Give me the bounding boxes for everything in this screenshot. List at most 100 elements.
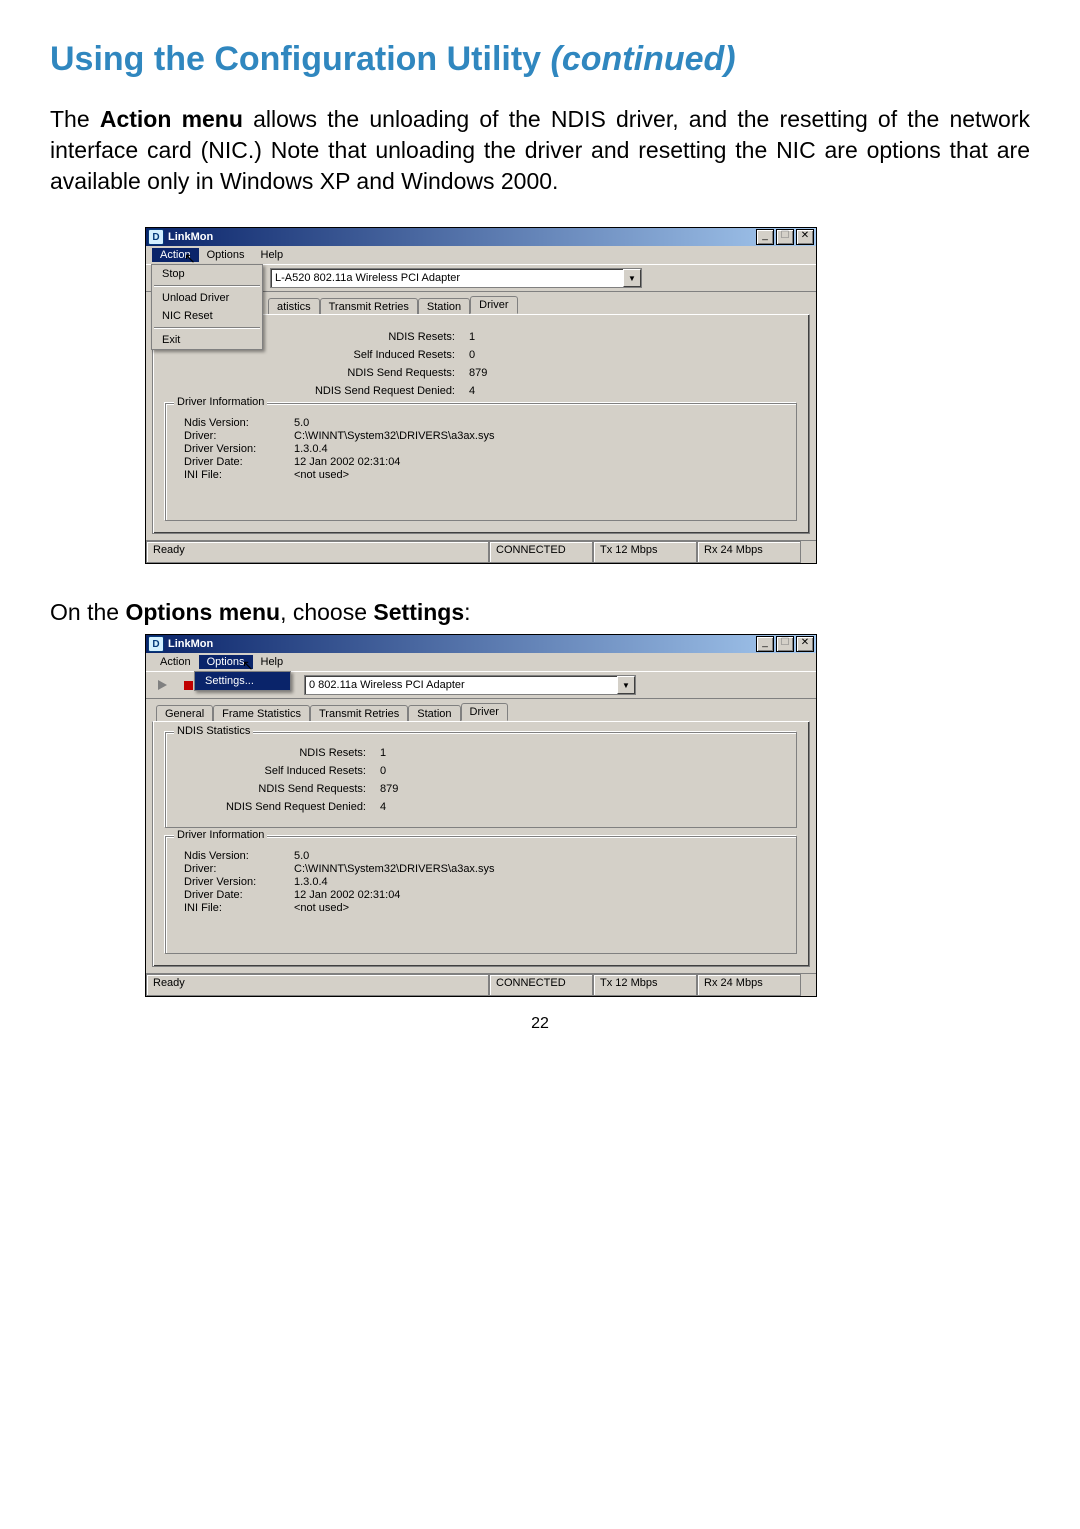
ndis-send-requests-value: 879 — [469, 367, 487, 379]
ndis-version-label: Ndis Version: — [184, 417, 294, 429]
statusbar: Ready CONNECTED Tx 12 Mbps Rx 24 Mbps — [146, 540, 816, 563]
app-icon: D — [148, 229, 164, 245]
title-main: Using the Configuration Utility — [50, 40, 541, 78]
self-induced-resets-value: 0 — [469, 349, 475, 361]
start-button[interactable] — [152, 675, 172, 695]
tab-driver[interactable]: Driver — [461, 703, 508, 721]
ndis-version-value: 5.0 — [294, 850, 309, 862]
ndis-resets-value: 1 — [380, 747, 386, 759]
status-connected: CONNECTED — [489, 974, 593, 996]
driver-path-label: Driver: — [184, 430, 294, 442]
ndis-send-requests-value: 879 — [380, 783, 398, 795]
driver-path-value: C:\WINNT\System32\DRIVERS\a3ax.sys — [294, 863, 495, 875]
close-button[interactable]: ✕ — [796, 636, 814, 652]
menu-help[interactable]: Help — [253, 248, 292, 262]
menubar: Action Options Help ↖ Stop Unload Driver… — [146, 246, 816, 264]
ndis-statistics-legend: NDIS Statistics — [174, 725, 253, 737]
adapter-text: L-A520 802.11a Wireless PCI Adapter — [271, 272, 623, 284]
ndis-send-denied-label: NDIS Send Request Denied: — [176, 801, 380, 813]
status-tx: Tx 12 Mbps — [593, 541, 697, 563]
ndis-send-requests-label: NDIS Send Requests: — [176, 783, 380, 795]
combo-dropdown-button[interactable]: ▼ — [623, 269, 641, 287]
options-instruction: On the Options menu, choose Settings: — [50, 599, 1030, 626]
adapter-combobox[interactable]: 0 802.11a Wireless PCI Adapter ▼ — [304, 675, 636, 695]
ndis-version-value: 5.0 — [294, 417, 309, 429]
driver-date-label: Driver Date: — [184, 889, 294, 901]
mid-bold: Options menu — [125, 599, 280, 625]
tab-station[interactable]: Station — [418, 298, 470, 315]
status-ready: Ready — [146, 541, 489, 563]
action-stop[interactable]: Stop — [152, 265, 262, 283]
ini-file-label: INI File: — [184, 469, 294, 481]
driver-date-value: 12 Jan 2002 02:31:04 — [294, 456, 400, 468]
maximize-button[interactable]: ☐ — [776, 636, 794, 652]
title-continued: (continued) — [551, 40, 736, 78]
menu-options[interactable]: Options — [199, 655, 253, 669]
linkmon-window-action: D LinkMon _ ☐ ✕ Action Options Help ↖ St… — [145, 227, 817, 564]
menu-help[interactable]: Help — [253, 655, 292, 669]
driver-version-label: Driver Version: — [184, 876, 294, 888]
ini-file-label: INI File: — [184, 902, 294, 914]
mid-pre: On the — [50, 599, 125, 625]
action-dropdown: Stop Unload Driver NIC Reset Exit — [151, 264, 263, 350]
action-exit[interactable]: Exit — [152, 331, 262, 349]
ndis-send-denied-label: NDIS Send Request Denied: — [265, 385, 469, 397]
page-number: 22 — [50, 1015, 1030, 1033]
tab-driver[interactable]: Driver — [470, 296, 517, 314]
dropdown-separator — [154, 327, 260, 329]
status-tx: Tx 12 Mbps — [593, 974, 697, 996]
options-settings[interactable]: Settings... — [195, 672, 290, 690]
minimize-button[interactable]: _ — [756, 229, 774, 245]
driver-version-label: Driver Version: — [184, 443, 294, 455]
titlebar[interactable]: D LinkMon _ ☐ ✕ — [146, 228, 816, 246]
menu-action[interactable]: Action — [152, 655, 199, 669]
statusbar: Ready CONNECTED Tx 12 Mbps Rx 24 Mbps — [146, 973, 816, 996]
intro-paragraph: The Action menu allows the unloading of … — [50, 104, 1030, 197]
close-button[interactable]: ✕ — [796, 229, 814, 245]
mid-mid: , choose — [280, 599, 373, 625]
mid-bold2: Settings — [373, 599, 464, 625]
adapter-text: 0 802.11a Wireless PCI Adapter — [305, 679, 617, 691]
window-title: LinkMon — [168, 231, 213, 243]
options-dropdown: Settings... — [194, 671, 291, 691]
linkmon-window-options: D LinkMon _ ☐ ✕ Action Options Help ↖ Se… — [145, 634, 817, 997]
combo-dropdown-button[interactable]: ▼ — [617, 676, 635, 694]
ndis-resets-label: NDIS Resets: — [176, 747, 380, 759]
titlebar[interactable]: D LinkMon _ ☐ ✕ — [146, 635, 816, 653]
menu-options[interactable]: Options — [199, 248, 253, 262]
ini-file-value: <not used> — [294, 469, 349, 481]
ndis-send-denied-value: 4 — [380, 801, 386, 813]
driver-date-value: 12 Jan 2002 02:31:04 — [294, 889, 400, 901]
self-induced-resets-label: Self Induced Resets: — [265, 349, 469, 361]
menu-action[interactable]: Action — [152, 248, 199, 262]
driver-path-value: C:\WINNT\System32\DRIVERS\a3ax.sys — [294, 430, 495, 442]
action-nic-reset[interactable]: NIC Reset — [152, 307, 262, 325]
tab-transmit-retries[interactable]: Transmit Retries — [320, 298, 418, 315]
action-unload-driver[interactable]: Unload Driver — [152, 289, 262, 307]
adapter-combobox[interactable]: L-A520 802.11a Wireless PCI Adapter ▼ — [270, 268, 642, 288]
ndis-send-requests-label: NDIS Send Requests: — [265, 367, 469, 379]
tab-station[interactable]: Station — [408, 705, 460, 722]
menubar: Action Options Help ↖ Settings... — [146, 653, 816, 671]
status-ready: Ready — [146, 974, 489, 996]
tab-general[interactable]: General — [156, 705, 213, 722]
page-title: Using the Configuration Utility (continu… — [50, 40, 1030, 79]
driver-date-label: Driver Date: — [184, 456, 294, 468]
window-title: LinkMon — [168, 638, 213, 650]
maximize-button[interactable]: ☐ — [776, 229, 794, 245]
intro-pre: The — [50, 106, 100, 132]
ndis-resets-label: NDIS Resets: — [265, 331, 469, 343]
ndis-resets-value: 1 — [469, 331, 475, 343]
tab-atistics-partial[interactable]: atistics — [268, 298, 320, 315]
status-rx: Rx 24 Mbps — [697, 541, 801, 563]
tab-transmit-retries[interactable]: Transmit Retries — [310, 705, 408, 722]
ini-file-value: <not used> — [294, 902, 349, 914]
tab-frame-statistics[interactable]: Frame Statistics — [213, 705, 310, 722]
status-connected: CONNECTED — [489, 541, 593, 563]
driver-information-legend: Driver Information — [174, 396, 267, 408]
driver-version-value: 1.3.0.4 — [294, 876, 328, 888]
minimize-button[interactable]: _ — [756, 636, 774, 652]
driver-path-label: Driver: — [184, 863, 294, 875]
tab-panel-driver: NDIS Statistics NDIS Resets:1 Self Induc… — [152, 721, 810, 967]
ndis-version-label: Ndis Version: — [184, 850, 294, 862]
